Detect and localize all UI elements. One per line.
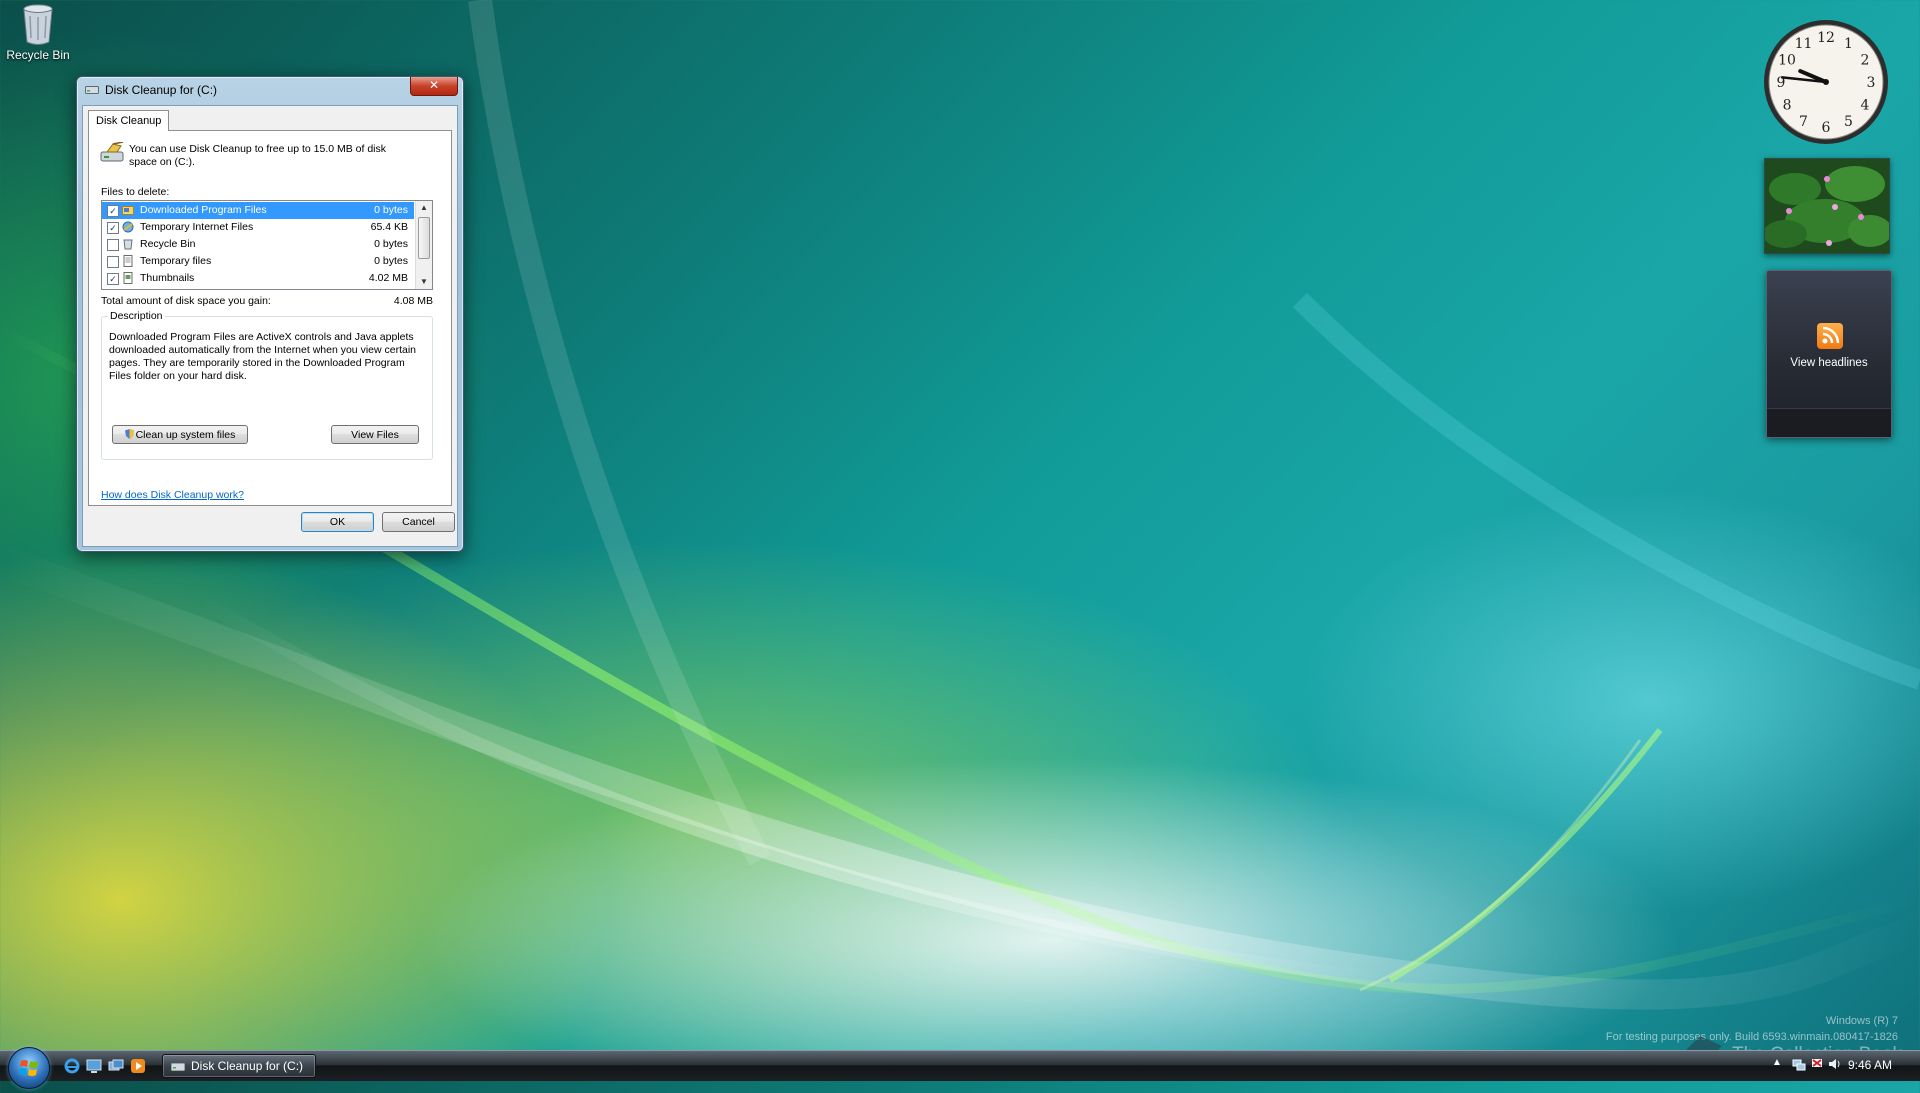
description-text: Downloaded Program Files are ActiveX con… (109, 331, 417, 382)
scroll-down-icon[interactable]: ▼ (416, 275, 432, 289)
file-size: 0 bytes (374, 204, 408, 216)
clean-up-system-files-button[interactable]: Clean up system files (112, 425, 248, 444)
tab-panel: You can use Disk Cleanup to free up to 1… (88, 130, 452, 506)
list-item[interactable]: ✓ Temporary Internet Files 65.4 KB (102, 219, 414, 236)
intro-text: You can use Disk Cleanup to free up to 1… (129, 143, 387, 168)
switch-windows-icon[interactable] (108, 1058, 124, 1074)
start-button[interactable] (8, 1047, 50, 1089)
drive-icon (171, 1063, 185, 1071)
disk-cleanup-dialog: Disk Cleanup for (C:) ✕ Disk Cleanup You… (76, 76, 464, 552)
internet-files-icon (122, 221, 134, 233)
total-space-value: 4.08 MB (393, 295, 433, 307)
recycle-bin-icon (23, 4, 53, 45)
clean-up-system-files-label: Clean up system files (135, 429, 236, 441)
clock-numeral: 8 (1783, 98, 1792, 114)
file-size: 65.4 KB (370, 221, 408, 233)
scroll-up-icon[interactable]: ▲ (416, 201, 432, 215)
internet-explorer-icon[interactable] (64, 1058, 80, 1074)
ok-button[interactable]: OK (301, 512, 374, 532)
windows-version-watermark: Windows (R) 7 (1825, 1015, 1898, 1027)
windows-logo-icon (19, 1060, 38, 1076)
file-name: Recycle Bin (140, 238, 196, 250)
thumbnails-icon (123, 272, 133, 284)
taskbar-button-disk-cleanup[interactable]: Disk Cleanup for (C:) (162, 1054, 316, 1078)
action-center-flag-icon[interactable] (1810, 1057, 1824, 1071)
clock-numeral: 4 (1861, 98, 1870, 114)
build-watermark: For testing purposes only. Build 6593.wi… (1605, 1031, 1898, 1043)
total-space-label: Total amount of disk space you gain: (101, 295, 271, 307)
list-item[interactable]: ✓ Thumbnails 4.02 MB (102, 270, 414, 287)
clock-gadget[interactable]: 1234567891011 12 (1762, 18, 1890, 146)
close-icon: ✕ (428, 78, 440, 92)
dialog-title: Disk Cleanup for (C:) (105, 83, 218, 97)
checkbox-thumbnails[interactable]: ✓ (107, 273, 119, 285)
network-icon[interactable] (1792, 1057, 1806, 1071)
document-icon (123, 255, 133, 267)
disk-cleanup-icon (100, 142, 124, 162)
taskbar: Disk Cleanup for (C:) ▲ 9:46 AM (0, 1047, 1920, 1089)
volume-icon[interactable] (1828, 1057, 1842, 1071)
file-size: 0 bytes (374, 238, 408, 250)
file-size: 0 bytes (374, 255, 408, 267)
files-to-delete-label: Files to delete: (101, 186, 170, 198)
media-player-icon[interactable] (130, 1058, 146, 1074)
description-legend: Description (108, 310, 165, 322)
file-name: Temporary Internet Files (140, 221, 254, 233)
dialog-titlebar[interactable]: Disk Cleanup for (C:) ✕ (77, 77, 463, 103)
clock-numeral: 5 (1844, 114, 1853, 130)
checkbox-downloaded-program-files[interactable]: ✓ (107, 205, 119, 217)
drive-icon (85, 86, 99, 94)
slideshow-gadget[interactable] (1764, 158, 1890, 254)
taskbar-button-label: Disk Cleanup for (C:) (191, 1059, 304, 1073)
dialog-body: Disk Cleanup You can use Disk Cleanup to… (82, 105, 458, 547)
description-group: Description Downloaded Program Files are… (101, 310, 433, 460)
clock-numeral: 1 (1844, 36, 1853, 52)
folder-icon (122, 206, 134, 215)
clock-numeral: 10 (1778, 53, 1796, 69)
checkbox-recycle-bin[interactable] (107, 239, 119, 251)
clock-time[interactable]: 9:46 AM (1848, 1058, 1892, 1072)
close-button[interactable]: ✕ (410, 77, 458, 96)
clock-numeral: 12 (1817, 30, 1835, 46)
view-headlines-label: View headlines (1790, 357, 1868, 369)
show-desktop-icon[interactable] (86, 1058, 102, 1074)
view-files-button[interactable]: View Files (331, 425, 419, 444)
clock-numeral: 7 (1799, 114, 1808, 130)
recycle-bin-icon (123, 239, 133, 250)
checkbox-temporary-files[interactable] (107, 256, 119, 268)
uac-shield-icon (124, 429, 134, 439)
scroll-thumb[interactable] (418, 217, 430, 259)
list-item[interactable]: Recycle Bin 0 bytes (102, 236, 414, 253)
show-hidden-icons-icon[interactable]: ▲ (1772, 1057, 1786, 1071)
files-listbox[interactable]: ✓ Downloaded Program Files 0 bytes ✓ Tem… (101, 200, 433, 290)
file-size: 4.02 MB (368, 272, 408, 284)
list-item[interactable]: ✓ Downloaded Program Files 0 bytes (102, 202, 414, 219)
files-scrollbar[interactable]: ▲ ▼ (415, 201, 432, 289)
checkbox-temporary-internet-files[interactable]: ✓ (107, 222, 119, 234)
clock-numeral: 3 (1867, 75, 1876, 91)
feed-headlines-gadget[interactable]: View headlines (1766, 270, 1892, 438)
file-name: Downloaded Program Files (140, 204, 267, 216)
rss-icon (1817, 323, 1843, 349)
desktop-icon-recycle-bin[interactable]: Recycle Bin (4, 2, 72, 62)
list-item[interactable]: Temporary files 0 bytes (102, 253, 414, 270)
help-link[interactable]: How does Disk Cleanup work? (101, 489, 244, 501)
clock-numeral: 2 (1861, 53, 1870, 69)
feeds-footer (1767, 408, 1891, 437)
file-name: Temporary files (140, 255, 212, 267)
clock-numeral: 11 (1795, 36, 1813, 52)
tab-disk-cleanup[interactable]: Disk Cleanup (88, 110, 170, 131)
clock-numeral: 6 (1822, 120, 1831, 136)
file-name: Thumbnails (140, 272, 195, 284)
cancel-button[interactable]: Cancel (382, 512, 455, 532)
desktop-icon-label: Recycle Bin (6, 48, 70, 62)
